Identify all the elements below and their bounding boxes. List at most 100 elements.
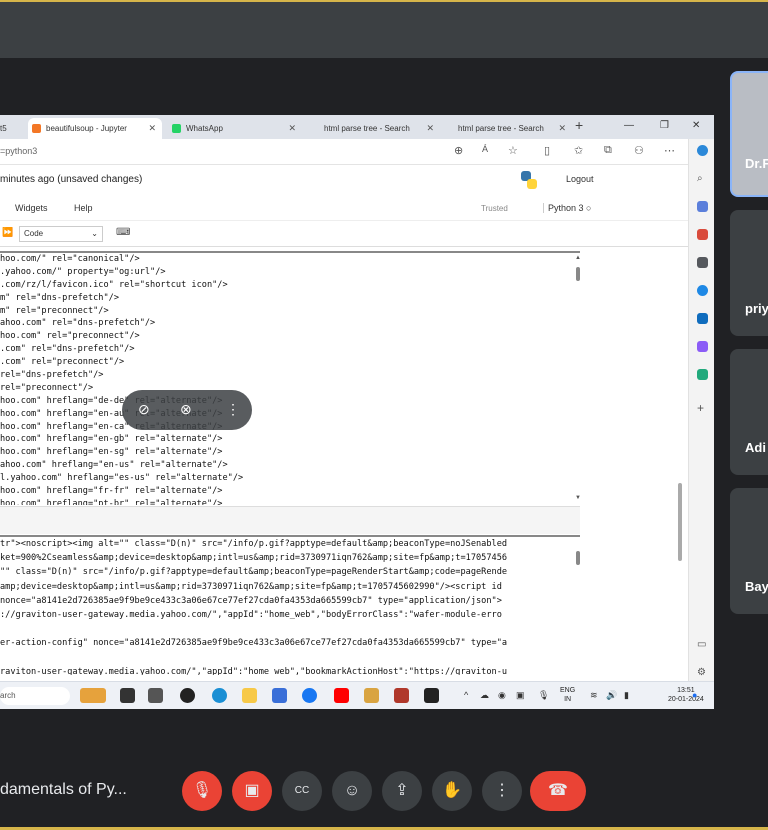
windows-taskbar: arch ^ ☁ ◉ ▣ 🎙 ENG IN ≋ 🔊 ▮ 13:51 20-01-… (0, 681, 714, 709)
youtube-icon[interactable] (334, 688, 349, 703)
read-aloud-icon[interactable]: Á (482, 144, 488, 154)
fast-forward-icon[interactable]: ⏩ (2, 227, 13, 238)
minimize-icon[interactable]: — (624, 120, 634, 131)
code-line: ahoo.com" rel="dns-prefetch"/> (0, 318, 156, 329)
output-1-scrollbar[interactable] (576, 267, 580, 281)
captions-button[interactable]: CC (282, 771, 322, 811)
jupyter-header: minutes ago (unsaved changes) Logout (0, 165, 688, 195)
language-indicator[interactable]: ENG IN (560, 686, 575, 704)
more-menu-icon[interactable]: ⋯ (664, 144, 675, 157)
close-window-icon[interactable]: ✕ (692, 120, 700, 131)
settings-gear-icon[interactable]: ⚙ (697, 667, 708, 678)
participant-tile-2[interactable]: priy (730, 210, 768, 336)
copilot-icon[interactable] (697, 145, 708, 156)
camera-off-button[interactable]: ▣ (232, 771, 272, 811)
meet-top-bar (0, 0, 768, 58)
app-icon-2[interactable] (394, 688, 409, 703)
emoji-button[interactable]: ☺ (332, 771, 372, 811)
new-tab-button[interactable]: + (575, 117, 583, 133)
favorite-star-icon[interactable]: ☆ (508, 144, 518, 157)
logout-button[interactable]: Logout (566, 174, 594, 184)
battery-icon[interactable]: ▮ (624, 690, 629, 701)
close-icon[interactable]: ✕ (288, 118, 296, 139)
wifi-icon[interactable]: ≋ (590, 690, 598, 701)
volume-icon[interactable]: 🔊 (606, 690, 617, 701)
participant-tile-1[interactable]: Dr.F (730, 71, 768, 197)
present-button[interactable]: ⇪ (382, 771, 422, 811)
more-options-button[interactable]: ⋮ (482, 771, 522, 811)
favorites-icon[interactable]: ✩ (574, 144, 583, 157)
participant-tile-3[interactable]: Adi (730, 349, 768, 475)
browser-tab-partial[interactable]: t5 (0, 118, 7, 139)
menu-widgets[interactable]: Widgets (15, 203, 48, 213)
sidebar-toggle-icon[interactable]: ▭ (697, 639, 708, 650)
scroll-up-icon[interactable]: ▲ (575, 255, 581, 261)
jupyter-menubar: Widgets Help Trusted Python 3 ○ (0, 195, 688, 221)
code-line: nonce="a8141e2d726385ae9f9be9ce433c3a06e… (0, 595, 502, 606)
tray-app-icon[interactable]: ◉ (498, 690, 506, 701)
mail-icon[interactable] (272, 688, 287, 703)
split-screen-icon[interactable]: ▯ (544, 144, 550, 157)
raise-hand-button[interactable]: ✋ (432, 771, 472, 811)
cell-type-select[interactable]: Code ⌄ (19, 226, 103, 242)
participant-tile-4[interactable]: Bay (730, 488, 768, 614)
browser-tab-whatsapp[interactable]: WhatsApp ✕ (168, 118, 302, 139)
close-icon[interactable]: ✕ (426, 118, 434, 139)
search-icon[interactable]: ⌕ (697, 173, 708, 184)
system-clock[interactable]: 13:51 20-01-2024 (668, 686, 704, 704)
designer-icon[interactable] (697, 341, 708, 352)
restore-icon[interactable]: ❐ (660, 120, 669, 131)
add-icon[interactable]: + (697, 401, 708, 415)
mic-off-button[interactable]: 🎙 (182, 771, 222, 811)
clock-date: 20-01-2024 (668, 696, 704, 703)
mute-off-icon[interactable]: ⊗ (180, 401, 192, 418)
code-line: ahoo.com" hreflang="en-us" rel="alternat… (0, 460, 228, 471)
dell-icon[interactable] (180, 688, 195, 703)
browser-tab-search-2[interactable]: html parse tree - Search ✕ (440, 118, 572, 139)
pin-off-icon[interactable]: ⊘ (138, 401, 150, 418)
browser-tab-search-1[interactable]: html parse tree - Search ✕ (306, 118, 440, 139)
code-line: m" rel="dns-prefetch"/> (0, 292, 119, 303)
close-icon[interactable]: ✕ (148, 118, 156, 139)
trusted-indicator[interactable]: Trusted (481, 204, 508, 213)
games-icon[interactable] (697, 257, 708, 268)
facebook-icon[interactable] (302, 688, 317, 703)
app-icon-3[interactable] (424, 688, 439, 703)
jupyter-toolbar: ⏩ Code ⌄ ⌨ (0, 221, 688, 247)
browser-tab-jupyter[interactable]: beautifulsoup - Jupyter ✕ (28, 118, 162, 139)
address-bar[interactable]: =python3 ⊕ Á ☆ ▯ ✩ ⧉ ⚇ ⋯ (0, 139, 688, 165)
microphone-icon[interactable]: 🎙 (538, 690, 549, 701)
code-line: er-action-config" nonce="a8141e2d726385a… (0, 638, 508, 649)
task-view-icon[interactable] (120, 688, 135, 703)
code-line: m" rel="preconnect"/> (0, 305, 109, 316)
tag-icon[interactable] (697, 201, 708, 212)
more-vert-icon[interactable]: ⋮ (226, 401, 240, 418)
drop-icon[interactable] (697, 369, 708, 380)
output-2-scrollbar[interactable] (576, 551, 580, 565)
menu-help[interactable]: Help (74, 203, 93, 213)
app-icon[interactable] (364, 688, 379, 703)
extensions-icon[interactable]: ⚇ (634, 144, 644, 157)
address-text[interactable]: =python3 (0, 146, 37, 156)
end-call-button[interactable]: ☎ (530, 771, 586, 811)
collections-icon[interactable]: ⧉ (604, 144, 612, 157)
page-scrollbar[interactable] (678, 483, 682, 561)
edge-icon[interactable] (212, 688, 227, 703)
microsoft-365-icon[interactable] (697, 285, 708, 296)
keyboard-icon[interactable]: ⌨ (116, 227, 130, 238)
cloud-icon[interactable]: ☁ (480, 690, 489, 701)
tray-app-icon-2[interactable]: ▣ (516, 690, 525, 701)
close-icon[interactable]: ✕ (558, 118, 566, 139)
files-icon[interactable] (148, 688, 163, 703)
tab-label: html parse tree - Search (324, 124, 410, 133)
cell-gap (0, 506, 580, 534)
outlook-icon[interactable] (697, 313, 708, 324)
taskbar-search[interactable]: arch (0, 687, 70, 705)
toolbox-icon[interactable] (697, 229, 708, 240)
widgets-icon[interactable] (80, 688, 106, 703)
notification-icon[interactable]: ● (692, 690, 697, 700)
zoom-icon[interactable]: ⊕ (454, 144, 463, 157)
file-explorer-icon[interactable] (242, 688, 257, 703)
chevron-up-icon[interactable]: ^ (464, 690, 468, 700)
scroll-down-icon[interactable]: ▼ (575, 495, 581, 501)
